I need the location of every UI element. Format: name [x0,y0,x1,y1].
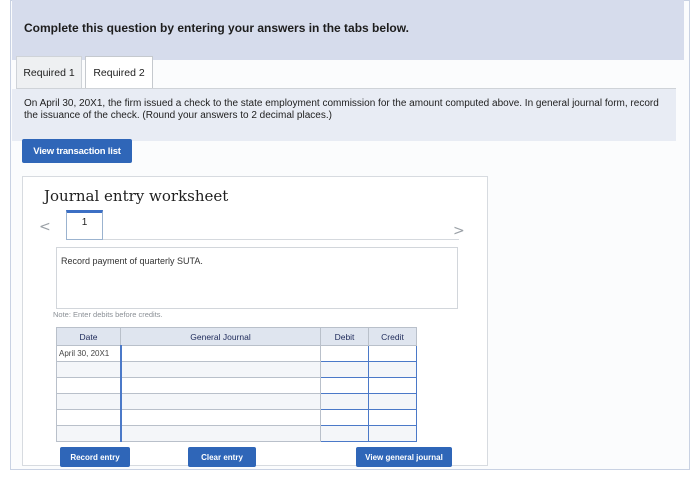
record-entry-button[interactable]: Record entry [60,447,130,467]
credit-input[interactable] [368,361,417,378]
question-banner: Complete this question by entering your … [12,0,684,60]
date-cell [56,361,121,378]
debit-header: Debit [320,327,369,346]
credit-input[interactable] [368,393,417,410]
debit-input[interactable] [320,425,369,442]
table-row [56,393,417,410]
date-cell [56,425,121,442]
chevron-right-icon[interactable]: > [453,223,465,239]
page-tab-line [103,239,459,240]
banner-text: Complete this question by entering your … [24,21,409,35]
credit-input[interactable] [368,409,417,426]
worksheet-title: Journal entry worksheet [44,187,229,205]
credit-input[interactable] [368,345,417,362]
credit-input[interactable] [368,425,417,442]
clear-entry-button[interactable]: Clear entry [188,447,256,467]
date-cell: April 30, 20X1 [56,345,121,362]
date-cell [56,377,121,394]
instructions-panel: On April 30, 20X1, the firm issued a che… [12,89,676,141]
debit-input[interactable] [320,361,369,378]
instructions-text: On April 30, 20X1, the firm issued a che… [24,98,659,121]
table-row [56,377,417,394]
date-cell [56,409,121,426]
account-select[interactable] [119,361,321,378]
chevron-left-icon[interactable]: < [39,219,51,235]
account-select[interactable] [119,345,321,362]
page-number: 1 [81,217,88,228]
worksheet-page-tab[interactable]: 1 [66,210,103,240]
date-cell [56,393,121,410]
debits-note: Note: Enter debits before credits. [53,310,163,319]
journal-entry-worksheet: Journal entry worksheet < 1 > Record pay… [22,176,488,467]
account-select[interactable] [119,425,321,442]
account-select[interactable] [119,377,321,394]
debit-input[interactable] [320,377,369,394]
account-select[interactable] [119,393,321,410]
credit-header: Credit [368,327,417,346]
record-description: Record payment of quarterly SUTA. [61,256,203,266]
debit-input[interactable] [320,345,369,362]
debit-input[interactable] [320,409,369,426]
date-header: Date [56,327,121,346]
journal-table: Date General Journal Debit Credit April … [56,327,417,442]
account-select[interactable] [119,409,321,426]
table-row [56,409,417,426]
general-journal-header: General Journal [120,327,321,346]
table-row [56,361,417,378]
table-row: April 30, 20X1 [56,345,417,362]
tab-required-1[interactable]: Required 1 [16,56,82,89]
table-row [56,425,417,442]
credit-input[interactable] [368,377,417,394]
view-transaction-list-button[interactable]: View transaction list [22,139,132,163]
tab-required-2[interactable]: Required 2 [85,56,153,89]
debit-input[interactable] [320,393,369,410]
record-description-box: Record payment of quarterly SUTA. [56,247,458,309]
view-general-journal-button[interactable]: View general journal [356,447,452,467]
